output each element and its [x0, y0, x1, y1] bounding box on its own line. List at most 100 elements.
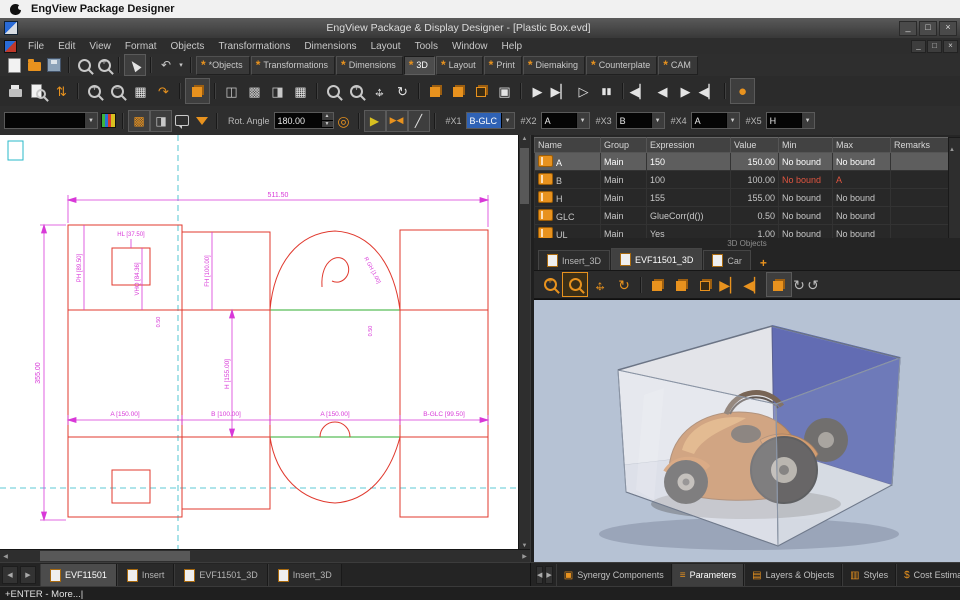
- play-to-end-button[interactable]: ▶▏: [549, 79, 572, 103]
- 3d-zoom-tool-button[interactable]: [562, 272, 588, 297]
- rotate-view-button[interactable]: ↻: [391, 79, 414, 103]
- x1-combo[interactable]: B-GLC ▼: [466, 112, 515, 129]
- undo-button[interactable]: ↶: [156, 55, 176, 75]
- toggle-transformations[interactable]: *Transformations: [251, 56, 335, 75]
- 3d-shaded-button[interactable]: [670, 273, 694, 296]
- tab-evf11501-3d[interactable]: EVF11501_3D: [611, 248, 702, 270]
- filter-button[interactable]: [192, 111, 212, 131]
- shade-button[interactable]: ▶: [364, 110, 386, 132]
- step-to-start-button[interactable]: ◀▏: [628, 79, 651, 103]
- play-animation-button[interactable]: ▶: [526, 79, 549, 103]
- col-value[interactable]: Value: [731, 138, 779, 153]
- tabs-scroll-left-button[interactable]: ◀: [2, 566, 18, 584]
- panel-tab-cost-estimator[interactable]: $Cost Estimator: [896, 564, 960, 586]
- menu-tools[interactable]: Tools: [408, 38, 445, 54]
- child-restore-button[interactable]: □: [927, 40, 942, 53]
- open-button[interactable]: [24, 55, 44, 75]
- panel-layout-button[interactable]: ◫: [220, 79, 243, 103]
- minimize-button[interactable]: _: [899, 21, 917, 36]
- shaded-view-button[interactable]: [447, 79, 470, 103]
- grid-view-button[interactable]: ▦: [129, 79, 152, 103]
- zoom-in-button[interactable]: [94, 55, 114, 75]
- record-button[interactable]: ●: [730, 78, 755, 104]
- new-document-button[interactable]: [4, 55, 24, 75]
- child-close-button[interactable]: ×: [943, 40, 958, 53]
- scrollbar-thumb[interactable]: [40, 551, 190, 561]
- tile-windows-button[interactable]: ▦: [289, 79, 312, 103]
- style-combo[interactable]: ▼: [4, 112, 98, 129]
- menu-view[interactable]: View: [82, 38, 118, 54]
- pan-tool-button[interactable]: ↔↕: [368, 79, 391, 103]
- x5-combo[interactable]: H ▼: [766, 112, 815, 129]
- menu-format[interactable]: Format: [118, 38, 164, 54]
- undo-dropdown[interactable]: ▾: [176, 55, 186, 75]
- fold-back-button[interactable]: ◀▏: [742, 273, 766, 296]
- chevron-down-icon[interactable]: ▼: [651, 113, 664, 128]
- canvas-horizontal-scrollbar[interactable]: ◀ ▶: [0, 549, 530, 562]
- scroll-up-icon[interactable]: ▲: [519, 136, 530, 142]
- step-forward-button[interactable]: ▷: [572, 79, 595, 103]
- add-object-tab-button[interactable]: +: [752, 256, 775, 270]
- tab-insert-3d[interactable]: Insert_3D: [538, 250, 610, 270]
- toggle-print[interactable]: *Print: [484, 56, 522, 75]
- document-icon[interactable]: [4, 40, 17, 53]
- rewind-button[interactable]: ◀▏: [697, 79, 720, 103]
- col-remarks[interactable]: Remarks: [891, 138, 949, 153]
- solid-view-button[interactable]: [424, 79, 447, 103]
- col-max[interactable]: Max: [833, 138, 891, 153]
- fold-state-button[interactable]: [766, 272, 792, 297]
- scroll-up-icon[interactable]: ▲: [949, 147, 955, 153]
- fold-forward-button[interactable]: ▶▏: [718, 273, 742, 296]
- 3d-zoom-in-button[interactable]: [538, 273, 562, 296]
- table-row[interactable]: GLC Main GlueCorr(d()) 0.50 No bound No …: [535, 207, 949, 225]
- table-row[interactable]: H Main 155 155.00 No bound No bound: [535, 189, 949, 207]
- table-scrollbar[interactable]: ▲: [948, 137, 960, 239]
- canvas-vertical-scrollbar[interactable]: ▲ ▼: [518, 135, 530, 550]
- snapshot-button[interactable]: ▣: [493, 79, 516, 103]
- toggle-objects[interactable]: **Objects: [196, 56, 250, 75]
- 3d-orbit-button[interactable]: ↻: [612, 273, 636, 296]
- maximize-button[interactable]: □: [919, 21, 937, 36]
- apple-menu-icon[interactable]: [10, 4, 21, 15]
- 3d-wireframe-button[interactable]: [694, 273, 718, 296]
- chevron-down-icon[interactable]: ▼: [84, 113, 97, 128]
- zoom-in-button[interactable]: [83, 79, 106, 103]
- child-minimize-button[interactable]: _: [911, 40, 926, 53]
- zoom-region-button[interactable]: [345, 79, 368, 103]
- tab-car[interactable]: Car: [703, 250, 751, 270]
- zoom-button[interactable]: [74, 55, 94, 75]
- lock-3d-button[interactable]: [185, 78, 210, 104]
- print-button[interactable]: [4, 79, 27, 103]
- wireframe-view-button[interactable]: [470, 79, 493, 103]
- menu-dimensions[interactable]: Dimensions: [297, 38, 363, 54]
- x4-combo[interactable]: A ▼: [691, 112, 740, 129]
- pattern-fill-button[interactable]: ▩: [243, 79, 266, 103]
- panel-tab-styles[interactable]: ▥Styles: [842, 564, 896, 586]
- col-min[interactable]: Min: [779, 138, 833, 153]
- close-button[interactable]: ×: [939, 21, 957, 36]
- toggle-diemaking[interactable]: *Diemaking: [523, 56, 585, 75]
- step-next-button[interactable]: ▶: [674, 79, 697, 103]
- panel-tab-parameters[interactable]: ≡Parameters: [672, 564, 744, 586]
- annotation-button[interactable]: [172, 111, 192, 131]
- dieline-canvas[interactable]: 511.50 355.00 A [150.00] B [100.00] A [1…: [0, 135, 519, 550]
- chevron-down-icon[interactable]: ▼: [501, 113, 514, 128]
- fill-button[interactable]: ◨: [150, 110, 172, 132]
- swap-view-button[interactable]: ⇅: [50, 79, 73, 103]
- doc-tab-insert-3d[interactable]: Insert_3D: [268, 564, 342, 586]
- x2-combo[interactable]: A ▼: [541, 112, 590, 129]
- redo-button[interactable]: ↷: [152, 79, 175, 103]
- scroll-right-icon[interactable]: ▶: [519, 553, 530, 560]
- panel-tabs-scroll-left-button[interactable]: ◀: [536, 566, 543, 584]
- mirror-button[interactable]: ▶◀: [386, 110, 408, 132]
- refresh-ccw-button[interactable]: ↺: [806, 273, 820, 296]
- save-button[interactable]: [44, 55, 64, 75]
- panel-tabs-scroll-right-button[interactable]: ▶: [545, 566, 552, 584]
- rot-angle-value[interactable]: 180.00: [275, 113, 321, 128]
- 3d-solid-button[interactable]: [646, 273, 670, 296]
- zoom-out-button[interactable]: [106, 79, 129, 103]
- refresh-cw-button[interactable]: ↻: [792, 273, 806, 296]
- toggle-layout[interactable]: *Layout: [436, 56, 483, 75]
- rot-angle-spinner[interactable]: ▲▼: [321, 113, 333, 128]
- hatch-button[interactable]: ▩: [128, 110, 150, 132]
